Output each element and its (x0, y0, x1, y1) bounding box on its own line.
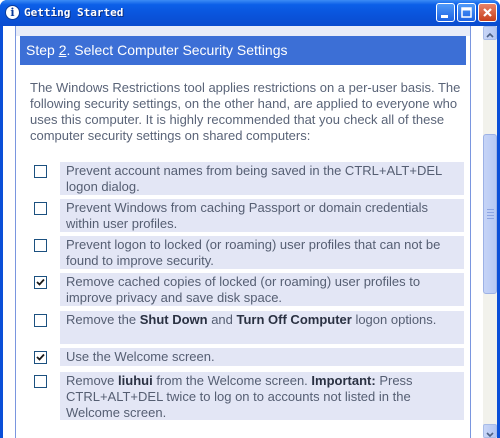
maximize-button[interactable] (457, 3, 476, 22)
scroll-thumb[interactable] (483, 134, 497, 294)
vertical-scrollbar[interactable] (483, 26, 497, 438)
minimize-icon (441, 15, 448, 18)
option-checkbox[interactable] (34, 314, 47, 327)
option-label[interactable]: Use the Welcome screen. (60, 348, 464, 366)
option-label[interactable]: Prevent Windows from caching Passport or… (60, 199, 464, 232)
close-button[interactable] (478, 3, 497, 22)
option-checkbox[interactable] (34, 375, 47, 388)
minimize-button[interactable] (436, 3, 455, 22)
step-number: 2 (58, 42, 67, 58)
option-checkbox[interactable] (34, 165, 47, 178)
step-title: . Select Computer Security Settings (66, 42, 288, 58)
wizard-content: Step 2. Select Computer Security Setting… (3, 26, 483, 438)
title-bar[interactable]: i Getting Started (0, 0, 500, 26)
option-label[interactable]: Remove liuhui from the Welcome screen. I… (60, 372, 464, 420)
option-checkbox[interactable] (34, 239, 47, 252)
option-label[interactable]: Prevent logon to locked (or roaming) use… (60, 236, 464, 269)
option-checkbox[interactable] (34, 351, 47, 364)
close-icon (483, 8, 492, 17)
scroll-down-button[interactable] (483, 424, 497, 438)
info-icon: i (5, 5, 20, 20)
option-label[interactable]: Remove cached copies of locked (or roami… (60, 273, 464, 306)
option-label[interactable]: Prevent account names from being saved i… (60, 162, 464, 195)
checkmark-icon (36, 353, 45, 361)
option-checkbox[interactable] (34, 276, 47, 289)
option-label[interactable]: Remove the Shut Down and Turn Off Comput… (60, 311, 464, 344)
chevron-down-icon (486, 432, 494, 438)
client-area: Step 2. Select Computer Security Setting… (3, 26, 497, 438)
chevron-up-icon (486, 32, 494, 38)
step-header: Step 2. Select Computer Security Setting… (20, 36, 466, 65)
window-title: Getting Started (24, 6, 124, 19)
option-checkbox[interactable] (34, 202, 47, 215)
maximize-icon (461, 7, 472, 18)
checkmark-icon (36, 278, 45, 286)
scroll-up-button[interactable] (483, 26, 497, 40)
getting-started-window: i Getting Started Step 2. Select Compute… (0, 0, 500, 438)
intro-text: The Windows Restrictions tool applies re… (30, 80, 461, 143)
